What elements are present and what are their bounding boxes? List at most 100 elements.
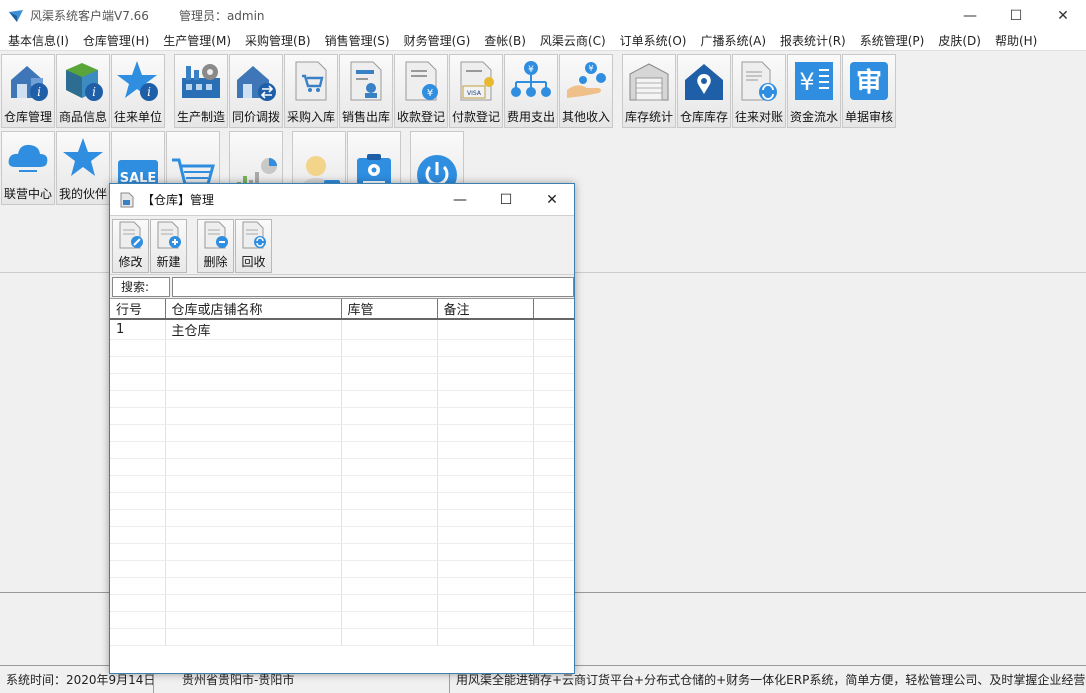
empty-cell: [165, 441, 342, 459]
minimize-button[interactable]: —: [947, 0, 993, 31]
column-header-name[interactable]: 仓库或店铺名称: [165, 299, 342, 320]
empty-cell: [437, 441, 534, 459]
house-location-icon: [685, 64, 723, 100]
empty-cell: [341, 339, 438, 357]
menu-audit[interactable]: 查帐(B): [480, 32, 530, 49]
empty-cell: [165, 594, 342, 612]
menu-reports[interactable]: 报表统计(R): [776, 32, 850, 49]
menu-production[interactable]: 生产管理(M): [159, 32, 235, 49]
delete-button-label: 删除: [203, 255, 228, 269]
column-header-remarks[interactable]: 备注: [437, 299, 534, 320]
dialog-maximize-button[interactable]: ☐: [483, 184, 529, 215]
table-header-row: 行号 仓库或店铺名称 库管 备注: [110, 299, 574, 320]
dialog-minimize-button[interactable]: —: [437, 184, 483, 215]
toolbar-expense[interactable]: ¥ 费用支出: [504, 54, 558, 128]
empty-cell: [341, 594, 438, 612]
menu-purchase[interactable]: 采购管理(B): [241, 32, 315, 49]
toolbar-payment-register[interactable]: VISA 付款登记: [449, 54, 503, 128]
recycle-button[interactable]: 回收: [235, 219, 272, 273]
toolbar-inventory-stats[interactable]: 库存统计: [622, 54, 676, 128]
maximize-button[interactable]: ☐: [993, 0, 1039, 31]
menu-basic-info[interactable]: 基本信息(I): [4, 32, 73, 49]
empty-cell: [341, 390, 438, 408]
column-header-keeper[interactable]: 库管: [341, 299, 438, 320]
close-button[interactable]: ✕: [1040, 0, 1086, 31]
empty-cell: [110, 509, 166, 527]
column-header-row-number[interactable]: 行号: [110, 299, 166, 320]
toolbar-partner-units[interactable]: i 往来单位: [111, 54, 165, 128]
garage-icon: [629, 63, 669, 101]
empty-cell: [533, 458, 574, 476]
table-row[interactable]: 1 主仓库: [110, 319, 574, 340]
empty-cell: [165, 475, 342, 493]
delete-button[interactable]: 删除: [197, 219, 234, 273]
toolbar-label: 其他收入: [561, 110, 610, 124]
admin-label: 管理员：admin: [178, 9, 265, 23]
toolbar-manufacturing[interactable]: 生产制造: [174, 54, 228, 128]
toolbar-reconciliation[interactable]: 往来对账: [732, 54, 786, 128]
toolbar-warehouse-stock[interactable]: 仓库库存: [677, 54, 731, 128]
empty-cell: [341, 509, 438, 527]
dialog-toolbar: 修改 新建 删除 回收: [110, 215, 574, 275]
empty-cell: [110, 390, 166, 408]
empty-table-row: [110, 458, 574, 476]
menu-skin[interactable]: 皮肤(D): [934, 32, 985, 49]
yen-document-icon: ¥: [405, 61, 438, 101]
menu-finance[interactable]: 财务管理(G): [400, 32, 475, 49]
toolbar-purchase-in[interactable]: 采购入库: [284, 54, 338, 128]
menu-broadcast[interactable]: 广播系统(A): [696, 32, 770, 49]
toolbar-document-audit[interactable]: 审 单据审核: [842, 54, 896, 128]
empty-cell: [533, 526, 574, 544]
empty-cell: [110, 407, 166, 425]
empty-cell: [341, 611, 438, 629]
empty-cell: [165, 492, 342, 510]
empty-table-row: [110, 594, 574, 612]
empty-cell: [110, 628, 166, 646]
toolbar-other-income[interactable]: ¥ 其他收入: [559, 54, 613, 128]
toolbar-label: 我的伙伴: [58, 187, 107, 201]
toolbar-same-price-transfer[interactable]: 同价调拨: [229, 54, 283, 128]
toolbar-product-info[interactable]: i 商品信息: [56, 54, 110, 128]
menu-system[interactable]: 系统管理(P): [856, 32, 929, 49]
empty-cell: [110, 594, 166, 612]
empty-table-row: [110, 475, 574, 493]
toolbar-label: 单据审核: [844, 110, 893, 124]
empty-cell: [110, 492, 166, 510]
menu-sales[interactable]: 销售管理(S): [321, 32, 394, 49]
yen-tree-icon: ¥: [511, 61, 551, 97]
empty-cell: [437, 577, 534, 595]
empty-cell: [437, 356, 534, 374]
cell-keeper: [341, 319, 438, 340]
empty-table-row: [110, 492, 574, 510]
menu-help[interactable]: 帮助(H): [991, 32, 1041, 49]
toolbar-cash-flow[interactable]: ¥ 资金流水: [787, 54, 841, 128]
empty-table-row: [110, 441, 574, 459]
svg-text:¥: ¥: [588, 64, 593, 73]
toolbar-label: 资金流水: [789, 110, 838, 124]
new-button[interactable]: 新建: [150, 219, 187, 273]
edit-button[interactable]: 修改: [112, 219, 149, 273]
empty-cell: [437, 339, 534, 357]
toolbar-my-partners[interactable]: 我的伙伴: [56, 131, 110, 205]
menu-warehouse[interactable]: 仓库管理(H): [79, 32, 153, 49]
dialog-close-button[interactable]: ✕: [529, 184, 575, 215]
empty-cell: [110, 560, 166, 578]
empty-cell: [437, 509, 534, 527]
empty-cell: [110, 441, 166, 459]
star-icon: [63, 138, 103, 176]
search-input[interactable]: [172, 276, 574, 297]
empty-cell: [437, 373, 534, 391]
yen-ledger-icon: ¥: [795, 62, 833, 100]
empty-cell: [165, 339, 342, 357]
toolbar-receipt-register[interactable]: ¥ 收款登记: [394, 54, 448, 128]
toolbar-warehouse-management[interactable]: i 仓库管理: [1, 54, 55, 128]
toolbar-label: 收款登记: [396, 110, 445, 124]
empty-cell: [165, 577, 342, 595]
empty-cell: [341, 356, 438, 374]
menu-order-system[interactable]: 订单系统(O): [616, 32, 691, 49]
toolbar-joint-center[interactable]: 联营中心: [1, 131, 55, 205]
edit-button-label: 修改: [118, 255, 143, 269]
toolbar-label: 付款登记: [451, 110, 500, 124]
toolbar-sales-out[interactable]: 销售出库: [339, 54, 393, 128]
menu-cloud-commerce[interactable]: 风渠云商(C): [536, 32, 610, 49]
